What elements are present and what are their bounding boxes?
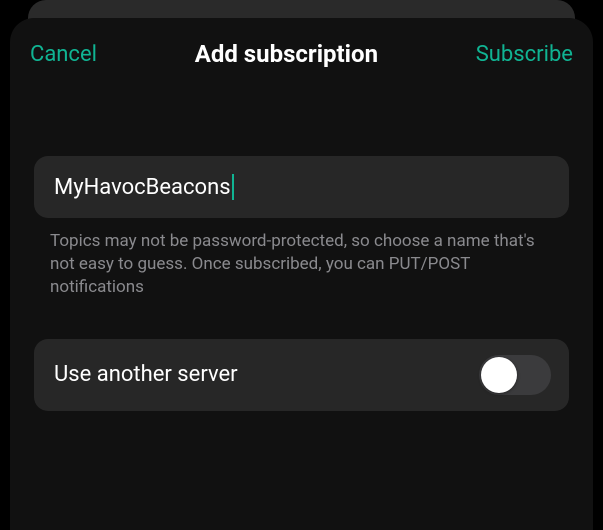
toggle-knob xyxy=(481,357,517,393)
topic-field[interactable]: MyHavocBeacons xyxy=(34,156,569,218)
add-subscription-sheet: Cancel Add subscription Subscribe MyHavo… xyxy=(10,18,593,530)
use-another-server-toggle[interactable] xyxy=(479,355,551,395)
use-another-server-label: Use another server xyxy=(54,362,238,387)
topic-input[interactable]: MyHavocBeacons xyxy=(54,174,234,200)
navbar: Cancel Add subscription Subscribe xyxy=(30,40,573,68)
modal-backdrop: Cancel Add subscription Subscribe MyHavo… xyxy=(0,0,603,530)
topic-help-text: Topics may not be password-protected, so… xyxy=(30,218,573,299)
cancel-button[interactable]: Cancel xyxy=(30,42,97,67)
topic-input-value: MyHavocBeacons xyxy=(54,175,231,200)
text-cursor xyxy=(232,174,234,200)
subscribe-button[interactable]: Subscribe xyxy=(476,42,573,67)
use-another-server-row: Use another server xyxy=(34,339,569,411)
page-title: Add subscription xyxy=(195,40,378,68)
